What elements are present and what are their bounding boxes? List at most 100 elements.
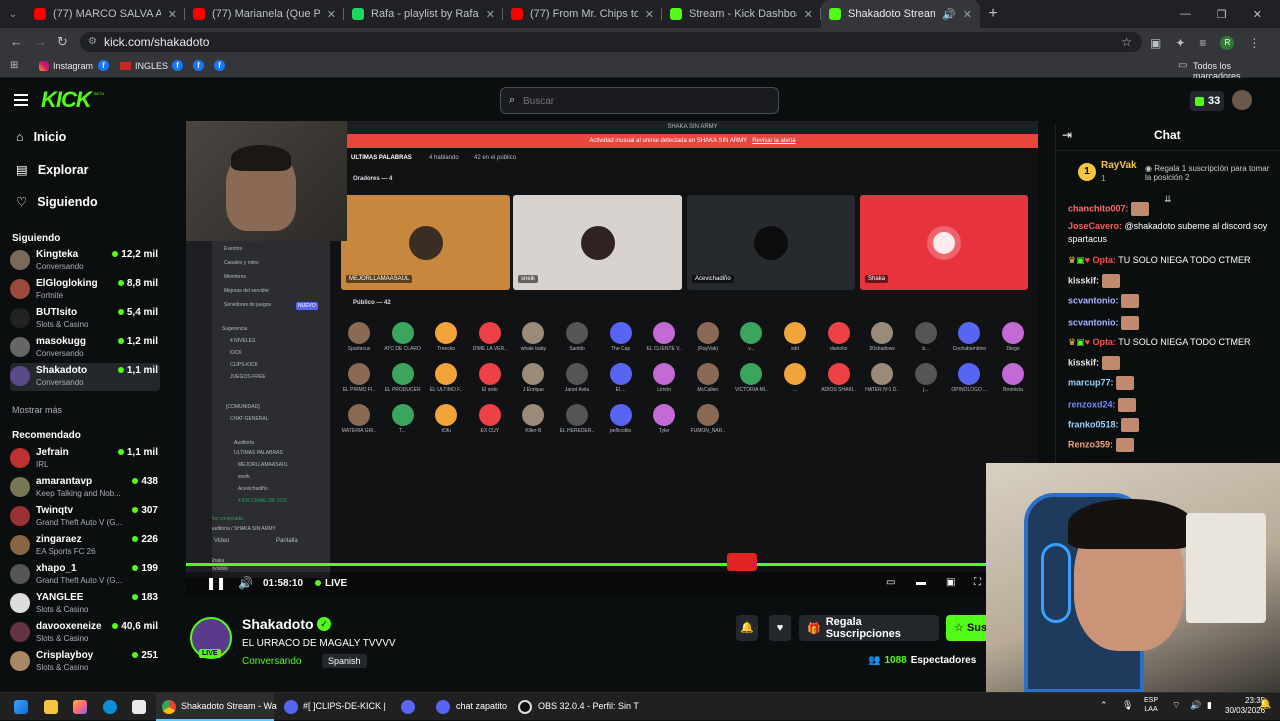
chat-username[interactable]: scvantonio: [1068, 317, 1119, 327]
facebook-icon[interactable]: f [98, 60, 109, 71]
browser-tab[interactable]: Stream - Kick Dashboard ✕ [662, 0, 821, 28]
settings-icon[interactable]: ▣ [946, 577, 955, 588]
discord-channel-item[interactable]: Sugerencia [222, 326, 247, 332]
stream-category[interactable]: Conversando [242, 656, 301, 667]
apps-icon[interactable]: ⊞ [10, 60, 18, 71]
url-bar[interactable]: ⚙ kick.com/shakadoto ☆ [80, 32, 1142, 52]
theater-icon[interactable]: ▬ [916, 577, 926, 588]
facebook-icon[interactable]: f [172, 60, 183, 71]
restore-button[interactable]: ❐ [1217, 8, 1227, 21]
discord-channel-item[interactable]: Acevichadiño [238, 486, 268, 492]
sidebar-channel[interactable]: Crisplayboy Slots & Casino 251 [10, 648, 160, 676]
taskbar-discord[interactable]: #[ ]CLIPS-DE-KICK | [278, 693, 393, 721]
discord-channel-item[interactable]: Auditoria / SHAKA SIN ARMY [210, 526, 276, 532]
media-control-icon[interactable]: ≡ [1199, 36, 1206, 50]
sidebar-channel[interactable]: Jefrain IRL 1,1 mil [10, 445, 160, 473]
site-info-icon[interactable]: ⚙ [88, 32, 97, 52]
chat-username[interactable]: marcup77: [1068, 377, 1114, 387]
close-tab-icon[interactable]: ✕ [327, 8, 336, 21]
nav-inicio[interactable]: ⌂ Inicio [16, 130, 66, 144]
chat-username[interactable]: Opta: [1092, 255, 1116, 265]
discord-channel-item[interactable]: sneik [238, 474, 250, 480]
sidebar-channel[interactable]: BUTIsito Slots & Casino 5,4 mil [10, 305, 160, 333]
profile-avatar[interactable]: R [1220, 36, 1235, 50]
browser-tab[interactable]: (77) From Mr. Chips to Scarface ✕ [503, 0, 662, 28]
sidebar-channel[interactable]: davooxeneize Slots & Casino 40,6 mil [10, 619, 160, 647]
fullscreen-icon[interactable]: ⛶ [974, 577, 981, 588]
discord-channel-item[interactable]: Mejoras del servidor [224, 288, 269, 294]
discord-channel-item[interactable]: Canales y roles [224, 260, 258, 266]
discord-channel-item[interactable]: JUEGOS-FREE [230, 374, 266, 380]
show-more-link[interactable]: Mostrar más [12, 405, 62, 415]
discord-channel-item[interactable]: Servidores de juegos [224, 302, 271, 308]
speaker-icon[interactable]: 🔊 [1190, 700, 1201, 711]
discord-channel-item[interactable]: Auditoria [234, 440, 254, 446]
gift-subs-button[interactable]: 🎁 Regala Suscripciones [799, 615, 939, 641]
discord-channel-item[interactable]: MEJORLLAMAASAUL [238, 462, 288, 468]
live-label[interactable]: LIVE [325, 578, 347, 589]
tab-audio-icon[interactable]: 🔊 [942, 8, 956, 21]
pip-icon[interactable]: ▭ [886, 577, 895, 588]
discord-channel-item[interactable]: Pantalla [276, 538, 298, 544]
screenshot-icon[interactable]: ▣ [1150, 36, 1161, 50]
taskbar-obs[interactable]: OBS 32.0.4 - Perfil: Sin T [512, 693, 642, 721]
browser-tab[interactable]: Shakadoto Stream - Watch 🔊 ✕ [821, 0, 980, 28]
facebook-icon[interactable]: f [214, 60, 225, 71]
discord-channel-item[interactable]: Miembros [224, 274, 246, 280]
close-tab-icon[interactable]: ✕ [486, 8, 495, 21]
volume-icon[interactable]: 🔊 [238, 576, 253, 590]
sidebar-channel[interactable]: YANGLEE Slots & Casino 183 [10, 590, 160, 618]
minimize-button[interactable]: — [1180, 8, 1191, 20]
streamer-name[interactable]: Shakadoto [242, 616, 314, 632]
taskbar-discord-chat[interactable]: chat zapatito [430, 693, 510, 721]
file-explorer-icon[interactable] [44, 700, 58, 714]
bookmark-ingles[interactable]: INGLES [135, 61, 168, 71]
sidebar-channel[interactable]: Shakadoto Conversando 1,1 mil [10, 363, 160, 391]
discord-channel-item[interactable]: KICK [230, 350, 242, 356]
discord-channel-item[interactable]: 4 EN CANAL DE VOZ [238, 498, 287, 504]
follow-button[interactable]: ♥ [769, 615, 791, 641]
nav-explorar[interactable]: ▤ Explorar [16, 162, 89, 178]
nav-siguiendo[interactable]: ♡ Siguiendo [16, 194, 98, 210]
sidebar-channel[interactable]: zingaraez EA Sports FC 26 226 [10, 532, 160, 560]
discord-channel-item[interactable]: Video [214, 538, 229, 544]
close-tab-icon[interactable]: ✕ [963, 8, 972, 21]
discord-channel-item[interactable]: 4 NIVELES [230, 338, 255, 344]
chat-username[interactable]: Opta: [1092, 337, 1116, 347]
close-tab-icon[interactable]: ✕ [168, 8, 177, 21]
notifications-icon[interactable]: 🔔 [1259, 699, 1271, 710]
kick-logo[interactable]: KICK [41, 87, 92, 113]
wifi-icon[interactable]: ⌔ [1172, 700, 1180, 711]
copilot-icon[interactable] [73, 700, 87, 714]
store-icon[interactable] [132, 700, 146, 714]
browser-tab[interactable]: Rafa - playlist by RafaelXared | ✕ [344, 0, 503, 28]
subscribe-button[interactable]: ☆ Sus [946, 615, 986, 641]
search-input[interactable] [523, 92, 763, 110]
chat-username[interactable]: kisskif: [1068, 275, 1099, 285]
collapse-chat-icon[interactable]: ⇥ [1062, 128, 1072, 142]
reload-button[interactable]: ↻ [57, 34, 68, 50]
menu-icon[interactable]: ⋮ [1248, 36, 1260, 50]
bookmark-instagram[interactable]: Instagram [53, 61, 93, 71]
sidebar-channel[interactable]: Kingteka Conversando 12,2 mil [10, 247, 160, 275]
notification-bell-button[interactable]: 🔔 [736, 615, 758, 641]
taskbar-chrome[interactable]: Shakadoto Stream - Wa [156, 693, 277, 721]
points-badge[interactable]: 33 [1190, 91, 1224, 111]
tab-search-button[interactable]: ⌄ [0, 0, 26, 28]
extensions-icon[interactable]: ✦ [1175, 36, 1185, 50]
new-tab-button[interactable]: + [980, 5, 1006, 23]
back-button[interactable]: ← [10, 34, 23, 49]
close-tab-icon[interactable]: ✕ [645, 8, 654, 21]
discord-channel-item[interactable]: CHAT-GENERAL [230, 416, 269, 422]
close-tab-icon[interactable]: ✕ [804, 8, 813, 21]
star-icon[interactable]: ☆ [1121, 32, 1132, 52]
sidebar-channel[interactable]: amarantavp Keep Talking and Nob... 438 [10, 474, 160, 502]
close-window-button[interactable]: ✕ [1253, 8, 1262, 21]
sidebar-channel[interactable]: xhapo_1 Grand Theft Auto V (G... 199 [10, 561, 160, 589]
browser-tab[interactable]: (77) Marianela (Que Pasa) (Exte ✕ [185, 0, 344, 28]
discord-channel-item[interactable]: ULTIMAS PALABRAS [234, 450, 283, 456]
chat-username[interactable]: kisskif: [1068, 357, 1099, 367]
chat-username[interactable]: JoseCavero: [1068, 221, 1122, 231]
edge-icon[interactable] [103, 700, 117, 714]
facebook-icon[interactable]: f [193, 60, 204, 71]
